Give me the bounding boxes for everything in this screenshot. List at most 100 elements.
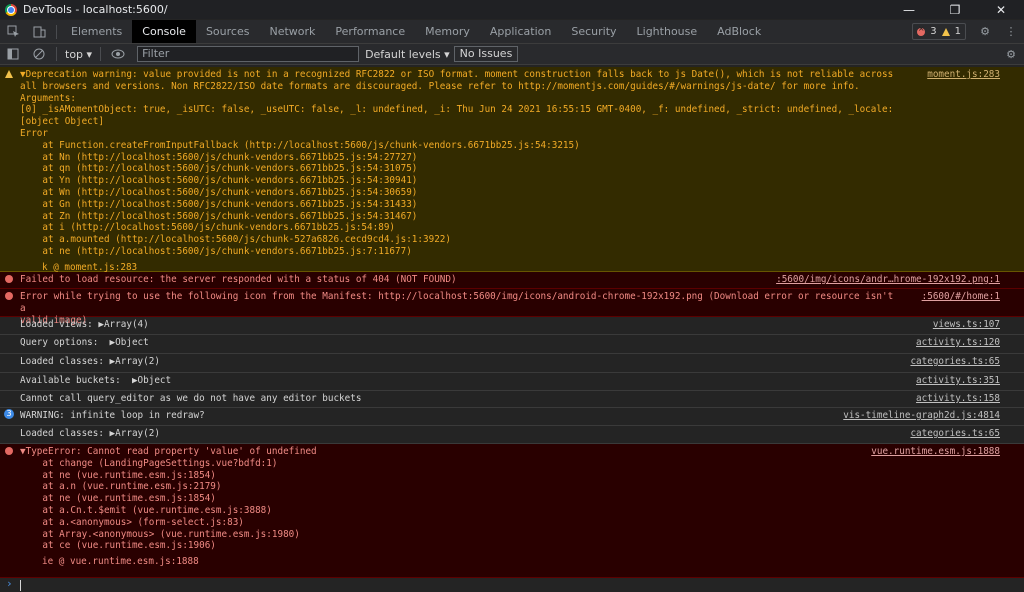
message-line: at ne (vue.runtime.esm.js:1854) <box>20 493 216 505</box>
console-message: Loaded views: ▶Array(4) views.ts:107 <box>0 317 1024 335</box>
gear-icon[interactable]: ⚙ <box>972 20 998 43</box>
minimize-button[interactable]: — <box>886 0 932 19</box>
tab-performance[interactable]: Performance <box>325 20 415 43</box>
issues-button[interactable]: No Issues <box>453 46 519 62</box>
source-link[interactable]: views.ts:107 <box>933 319 1000 331</box>
console-message: 3 WARNING: infinite loop in redraw? vis-ti… <box>0 408 1024 426</box>
message-line: Error <box>20 127 48 139</box>
message-line: at Array.<anonymous> (vue.runtime.esm.js… <box>20 528 300 540</box>
console-toolbar: top ▾ Filter Default levels ▾ No Issues … <box>0 44 1024 65</box>
message-line: at Nn (http://localhost:5600/js/chunk-ve… <box>20 151 418 163</box>
message-line: at change (LandingPageSettings.vue?bdfd:… <box>20 457 278 469</box>
message-line: Failed to load resource: the server resp… <box>20 274 457 285</box>
toolbar-divider <box>56 24 57 39</box>
source-link[interactable]: categories.ts:65 <box>910 428 1000 440</box>
toolbar-divider <box>56 47 57 61</box>
console-settings-gear-icon[interactable]: ⚙ <box>998 43 1024 66</box>
message-line: Available buckets: ▶Object <box>20 375 172 386</box>
console-message: Cannot call query_editor as we do not ha… <box>0 391 1024 408</box>
message-line: Cannot call query_editor as we do not ha… <box>20 393 362 404</box>
tab-adblock[interactable]: AdBlock <box>707 20 771 43</box>
tab-lighthouse[interactable]: Lighthouse <box>627 20 708 43</box>
warning-count: 1 <box>954 26 961 37</box>
message-line: at a.Cn.t.$emit (vue.runtime.esm.js:3888… <box>20 504 272 516</box>
console-message: Query options: ▶Object activity.ts:120 <box>0 335 1024 354</box>
restore-button[interactable]: ❐ <box>932 0 978 19</box>
tab-console[interactable]: Console <box>132 20 196 43</box>
message-line: at ne (http://localhost:5600/js/chunk-ve… <box>20 245 412 257</box>
source-link[interactable]: :5600/img/icons/andr…hrome-192x192.png:1 <box>776 274 1000 286</box>
sidebar-toggle-icon[interactable] <box>0 43 26 66</box>
log-levels-dropdown[interactable]: Default levels ▾ <box>365 48 450 61</box>
warning-icon <box>5 70 13 78</box>
chrome-logo-icon <box>5 3 17 16</box>
message-line: at i (http://localhost:5600/js/chunk-ven… <box>20 222 396 234</box>
devtools-tabbar: Elements Console Sources Network Performance… <box>0 20 1024 44</box>
message-line: Query options: ▶Object <box>20 337 149 348</box>
console-message: Loaded classes: ▶Array(2) categories.ts:6… <box>0 354 1024 373</box>
context-selector[interactable]: top ▾ <box>65 48 92 61</box>
console-prompt[interactable]: › <box>0 578 1024 592</box>
log-levels-label: Default levels <box>365 47 441 61</box>
title-bar: DevTools - localhost:5600/ — ❐ ✕ <box>0 0 1024 19</box>
message-line: at Wn (http://localhost:5600/js/chunk-ve… <box>20 186 418 198</box>
message-line: ▼Deprecation warning: value provided is … <box>20 69 894 80</box>
console-message: Failed to load resource: the server resp… <box>0 272 1024 289</box>
message-line: [0] _isAMomentObject: true, _isUTC: fals… <box>20 104 899 128</box>
toolbar-divider <box>100 47 102 61</box>
console-message: Loaded classes: ▶Array(2) categories.ts:6… <box>0 426 1024 444</box>
source-link[interactable]: activity.ts:351 <box>916 375 1000 387</box>
filter-input[interactable]: Filter <box>137 46 360 62</box>
close-button[interactable]: ✕ <box>978 0 1024 19</box>
clear-console-icon[interactable] <box>26 43 52 66</box>
message-line: at Yn (http://localhost:5600/js/chunk-ve… <box>20 175 418 187</box>
more-menu-icon[interactable]: ⋮ <box>998 20 1024 43</box>
prompt-chevron-icon: › <box>6 577 13 590</box>
message-line: all browsers and versions. Non RFC2822/I… <box>20 80 860 92</box>
source-link[interactable]: activity.ts:120 <box>916 337 1000 349</box>
error-icon <box>5 275 13 283</box>
tab-sources[interactable]: Sources <box>196 20 260 43</box>
device-toolbar-icon[interactable] <box>26 20 52 43</box>
message-line: Arguments: <box>20 92 76 104</box>
message-line: at a.mounted (http://localhost:5600/js/c… <box>20 234 451 246</box>
console-message: ▼TypeError: Cannot read property 'value'… <box>0 444 1024 578</box>
source-link[interactable]: categories.ts:65 <box>910 356 1000 368</box>
message-line: at ce (vue.runtime.esm.js:1906) <box>20 540 216 552</box>
source-link[interactable]: activity.ts:158 <box>916 393 1000 405</box>
message-line: at qn (http://localhost:5600/js/chunk-ve… <box>20 163 418 175</box>
console-message: ▼Deprecation warning: value provided is … <box>0 67 1024 273</box>
source-link[interactable]: :5600/#/home:1 <box>922 291 1000 303</box>
message-line: at ne (vue.runtime.esm.js:1854) <box>20 469 216 481</box>
console-message: Available buckets: ▶Object activity.ts:35… <box>0 373 1024 391</box>
console-message: Error while trying to use the following … <box>0 289 1024 326</box>
error-icon <box>5 447 13 455</box>
source-link[interactable]: vis-timeline-graph2d.js:4814 <box>843 410 1000 422</box>
tab-application[interactable]: Application <box>480 20 561 43</box>
message-line: at a.<anonymous> (form-select.js:83) <box>20 516 244 528</box>
inspect-element-icon[interactable] <box>0 20 26 43</box>
message-line: at Function.createFromInputFallback (htt… <box>20 139 580 151</box>
tab-security[interactable]: Security <box>561 20 626 43</box>
text-caret <box>20 580 21 591</box>
eye-icon[interactable] <box>105 43 131 66</box>
source-link[interactable]: vue.runtime.esm.js:1888 <box>871 446 1000 458</box>
tab-network[interactable]: Network <box>259 20 325 43</box>
message-line: Loaded views: ▶Array(4) <box>20 319 149 330</box>
warning-icon <box>941 27 950 36</box>
message-line: WARNING: infinite loop in redraw? <box>20 410 205 421</box>
stack-trace-link[interactable]: ie @ vue.runtime.esm.js:1888 <box>20 556 904 568</box>
message-line: at Zn (http://localhost:5600/js/chunk-ve… <box>20 210 418 222</box>
message-line: at a.n (vue.runtime.esm.js:2179) <box>20 481 222 493</box>
error-icon <box>917 24 926 36</box>
message-line: Loaded classes: ▶Array(2) <box>20 428 160 439</box>
message-line: ▼TypeError: Cannot read property 'value'… <box>20 446 317 457</box>
tab-elements[interactable]: Elements <box>61 20 132 43</box>
repeat-count-badge: 3 <box>4 409 14 419</box>
window-title: DevTools - localhost:5600/ <box>23 3 168 16</box>
tab-memory[interactable]: Memory <box>415 20 480 43</box>
console-messages: ▼Deprecation warning: value provided is … <box>0 65 1024 592</box>
context-label: top <box>65 47 84 61</box>
source-link[interactable]: moment.js:283 <box>927 69 1000 81</box>
issue-counter[interactable]: 3 1 <box>912 23 966 40</box>
